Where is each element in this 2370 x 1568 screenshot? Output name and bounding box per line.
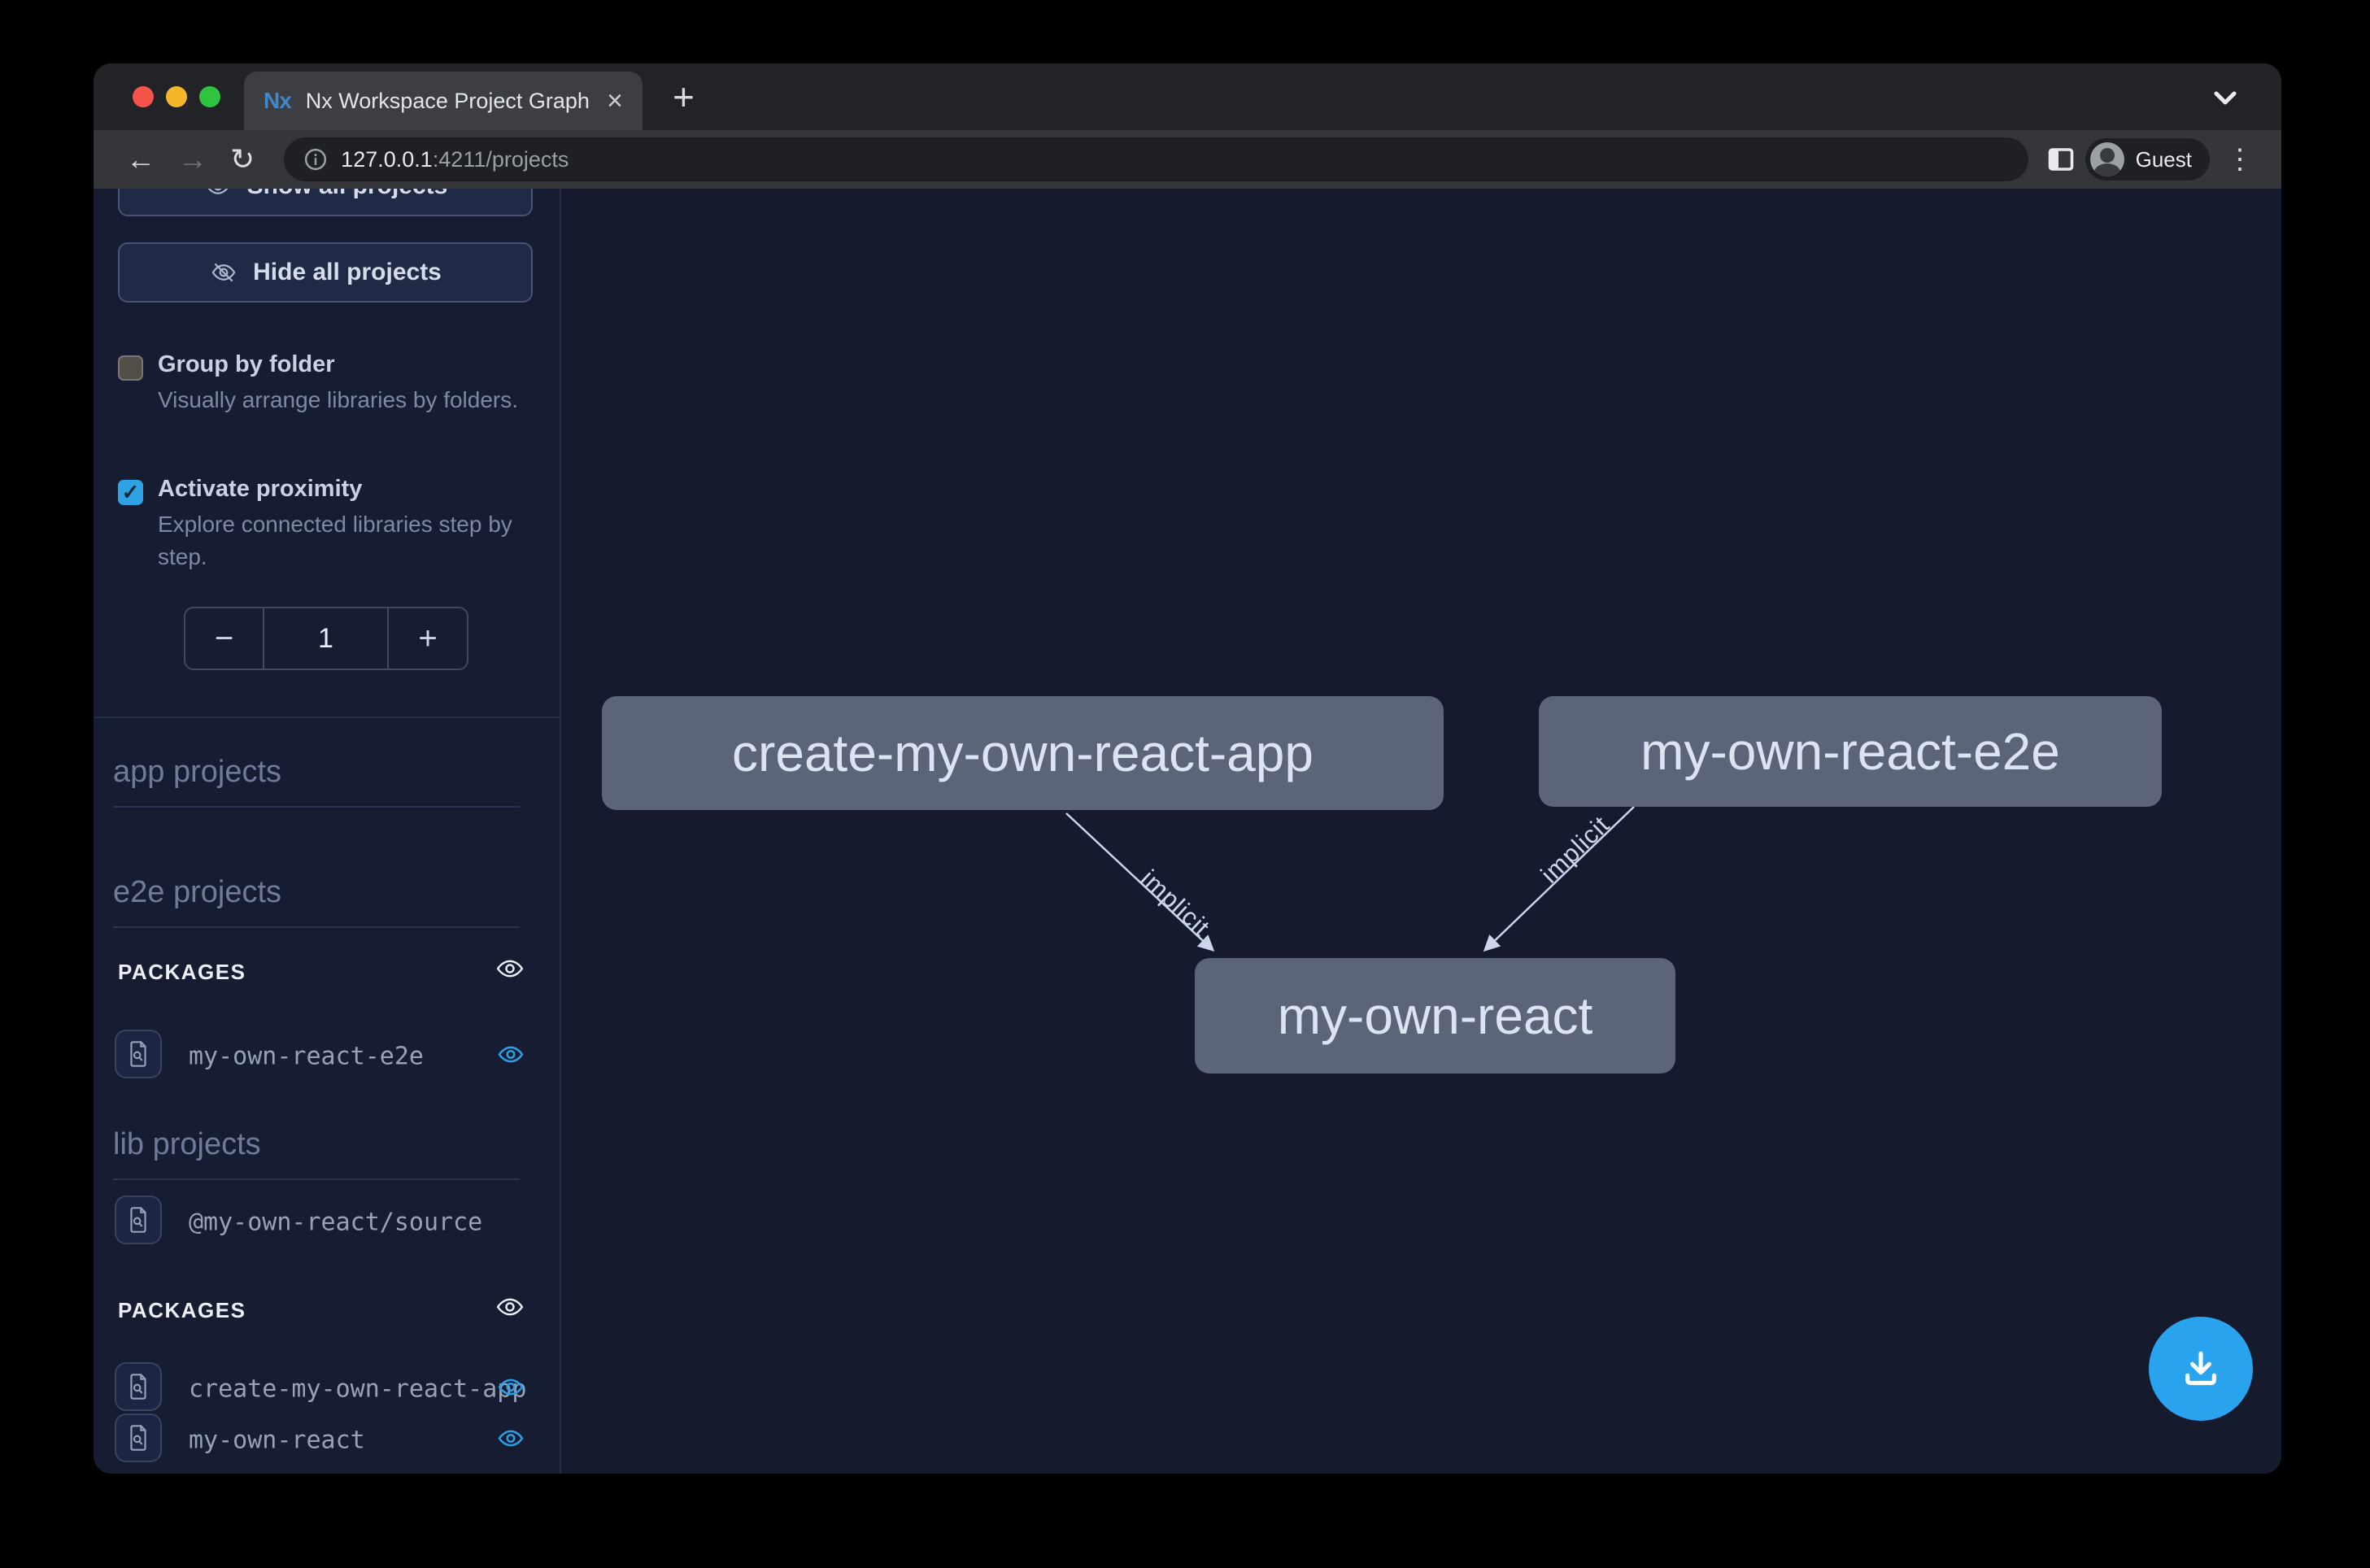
package-name[interactable]: my-own-react-e2e <box>189 1043 424 1071</box>
activate-proximity-checkbox[interactable]: ✓ <box>118 480 143 505</box>
e2e-projects-heading: e2e projects <box>113 875 520 928</box>
packages-heading-lib: PACKAGES <box>118 1298 246 1323</box>
file-search-icon <box>125 1372 151 1401</box>
eye-icon <box>203 189 233 198</box>
eye-off-icon <box>209 260 238 285</box>
activate-proximity-label: Activate proximity <box>158 476 362 503</box>
download-graph-button[interactable] <box>2149 1317 2253 1421</box>
proximity-depth-stepper: − 1 + <box>184 607 468 670</box>
address-bar[interactable]: 127.0.0.1:4211/projects <box>284 137 2028 181</box>
tab-search-chevron-icon[interactable] <box>2211 89 2239 111</box>
package-row-create-my-own-react-app: create-my-own-react-app <box>94 1362 560 1416</box>
nx-favicon-icon: Nx <box>264 88 291 114</box>
group-by-folder-description: Visually arrange libraries by folders. <box>158 384 534 416</box>
profile-name: Guest <box>2136 147 2192 172</box>
group-by-folder-label: Group by folder <box>158 351 335 378</box>
proximity-depth-value[interactable]: 1 <box>263 608 389 669</box>
close-tab-icon[interactable]: × <box>607 87 623 115</box>
new-tab-button[interactable]: + <box>673 75 695 119</box>
file-search-icon <box>125 1423 151 1453</box>
toggle-visibility-eye-icon[interactable] <box>493 1426 529 1456</box>
toggle-visibility-eye-icon[interactable] <box>493 1042 529 1072</box>
graph-node-my-own-react-e2e[interactable]: my-own-react-e2e <box>1539 696 2162 807</box>
tab-title: Nx Workspace Project Graph <box>306 89 590 114</box>
check-icon: ✓ <box>122 480 140 505</box>
lib-projects-heading: lib projects <box>113 1127 520 1180</box>
graph-edges: implicit implicit <box>561 189 2281 1474</box>
active-tab[interactable]: Nx Nx Workspace Project Graph × <box>244 72 643 130</box>
decrement-button[interactable]: − <box>185 608 263 669</box>
side-panel-icon[interactable] <box>2046 145 2076 174</box>
minimize-window-button[interactable] <box>166 86 187 107</box>
close-window-button[interactable] <box>133 86 154 107</box>
hide-all-projects-button[interactable]: Hide all projects <box>118 242 533 303</box>
activate-proximity-description: Explore connected libraries step by step… <box>158 508 534 573</box>
tab-strip: Nx Nx Workspace Project Graph × + <box>94 63 2281 130</box>
focus-project-button[interactable] <box>115 1196 162 1244</box>
browser-menu-icon[interactable]: ⋮ <box>2226 143 2254 176</box>
page-content: Show all projects Hide all projects Grou… <box>94 189 2281 1474</box>
browser-window: Nx Nx Workspace Project Graph × + ← → ↻ … <box>94 63 2281 1474</box>
toggle-all-e2e-packages-eye-icon[interactable] <box>491 955 529 987</box>
zoom-window-button[interactable] <box>199 86 220 107</box>
package-name[interactable]: my-own-react <box>189 1426 365 1455</box>
focus-project-button[interactable] <box>115 1362 162 1411</box>
package-row-my-own-react: my-own-react <box>94 1413 560 1467</box>
focus-project-button[interactable] <box>115 1030 162 1078</box>
sidebar: Show all projects Hide all projects Grou… <box>94 189 561 1474</box>
show-all-projects-label: Show all projects <box>247 189 448 200</box>
browser-toolbar: ← → ↻ 127.0.0.1:4211/projects Guest ⋮ <box>94 130 2281 189</box>
profile-button[interactable]: Guest <box>2085 138 2210 181</box>
project-row-my-own-react-source: @my-own-react/source <box>94 1196 560 1249</box>
avatar-icon <box>2090 142 2124 176</box>
hide-all-projects-label: Hide all projects <box>253 259 442 286</box>
download-icon <box>2178 1346 2224 1392</box>
file-search-icon <box>125 1205 151 1235</box>
toggle-all-lib-packages-eye-icon[interactable] <box>491 1293 529 1325</box>
file-search-icon <box>125 1039 151 1069</box>
edge-label: implicit <box>1135 864 1216 942</box>
app-projects-heading: app projects <box>113 755 520 808</box>
edge-label: implicit <box>1536 810 1615 889</box>
group-by-folder-checkbox[interactable] <box>118 355 143 381</box>
packages-heading-e2e: PACKAGES <box>118 960 246 985</box>
reload-icon[interactable]: ↻ <box>230 145 255 174</box>
project-name[interactable]: @my-own-react/source <box>189 1209 482 1237</box>
graph-node-create-my-own-react-app[interactable]: create-my-own-react-app <box>602 696 1444 810</box>
package-name[interactable]: create-my-own-react-app <box>189 1375 526 1404</box>
sidebar-divider <box>94 716 560 718</box>
package-row-my-own-react-e2e: my-own-react-e2e <box>94 1030 560 1083</box>
project-graph-canvas[interactable]: implicit implicit create-my-own-react-ap… <box>561 189 2281 1474</box>
forward-icon[interactable]: → <box>178 145 207 174</box>
url-text: 127.0.0.1:4211/projects <box>341 147 569 172</box>
increment-button[interactable]: + <box>389 608 467 669</box>
back-icon[interactable]: ← <box>126 145 155 174</box>
info-icon[interactable] <box>303 147 328 172</box>
focus-project-button[interactable] <box>115 1413 162 1462</box>
graph-node-my-own-react[interactable]: my-own-react <box>1195 958 1675 1074</box>
traffic-lights <box>133 86 220 107</box>
show-all-projects-button[interactable]: Show all projects <box>118 189 533 216</box>
toggle-visibility-eye-icon[interactable] <box>493 1374 529 1405</box>
